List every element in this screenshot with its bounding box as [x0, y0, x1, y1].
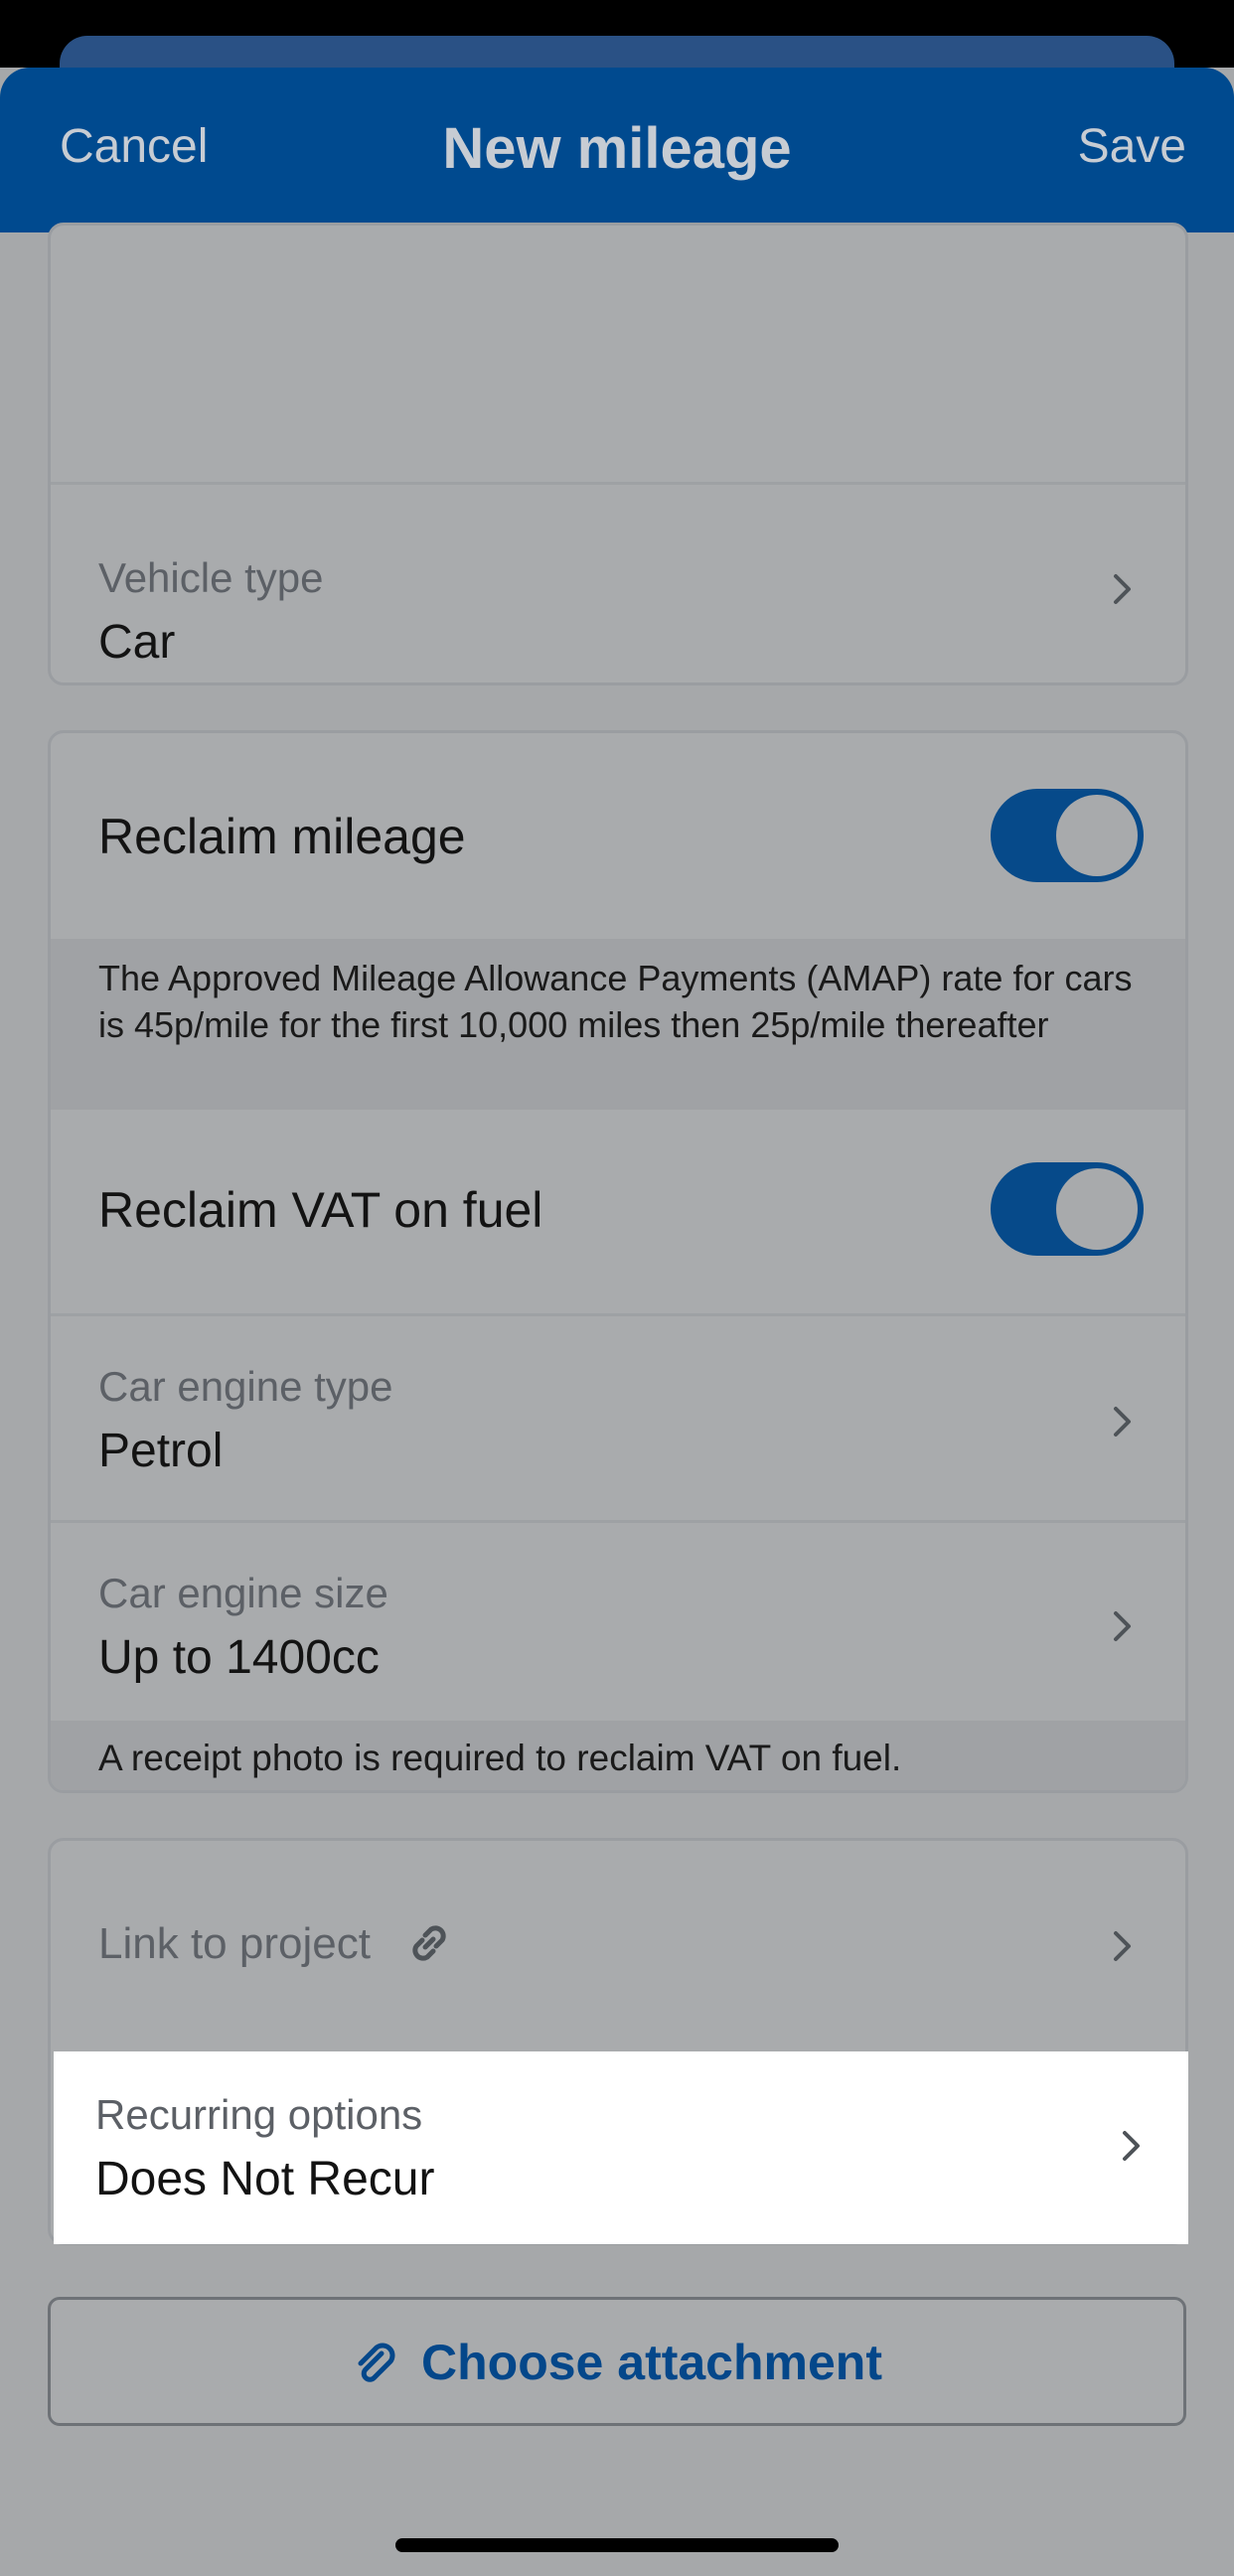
- reclaim-vat-label: Reclaim VAT on fuel: [98, 1182, 543, 1238]
- vehicle-type-value: Car: [98, 616, 176, 669]
- choose-attachment-button[interactable]: Choose attachment: [48, 2297, 1186, 2426]
- page-title: New mileage: [442, 116, 792, 181]
- amap-note-panel: The Approved Mileage Allowance Payments …: [51, 939, 1185, 1110]
- vehicle-type-label: Vehicle type: [98, 554, 324, 601]
- home-indicator: [395, 2538, 839, 2552]
- reclaim-mileage-toggle[interactable]: [991, 789, 1144, 882]
- recurring-options-value: Does Not Recur: [95, 2153, 435, 2205]
- toggle-knob: [1056, 795, 1138, 876]
- reclaim-vat-toggle[interactable]: [991, 1162, 1144, 1256]
- engine-type-label: Car engine type: [98, 1363, 393, 1410]
- chevron-right-icon: [1114, 574, 1131, 604]
- reclaim-mileage-label: Reclaim mileage: [98, 809, 466, 864]
- engine-size-label: Car engine size: [98, 1570, 388, 1616]
- engine-size-value: Up to 1400cc: [98, 1631, 380, 1684]
- amap-rate-note: The Approved Mileage Allowance Payments …: [98, 958, 1133, 1045]
- engine-type-row[interactable]: Car engine type Petrol: [51, 1316, 1185, 1520]
- navigation-bar: Cancel New mileage Save: [0, 68, 1234, 232]
- paperclip-icon: [358, 2343, 395, 2382]
- route-map-area: [51, 226, 1185, 482]
- recurring-options-row[interactable]: Recurring options Does Not Recur: [54, 2051, 1188, 2244]
- receipt-note-panel: A receipt photo is required to reclaim V…: [51, 1721, 1185, 1790]
- choose-attachment-content: Choose attachment: [51, 2334, 1183, 2391]
- chevron-right-icon: [1114, 1407, 1131, 1437]
- engine-size-row[interactable]: Car engine size Up to 1400cc: [51, 1523, 1185, 1721]
- chevron-right-icon: [1114, 1611, 1131, 1641]
- recurring-options-label: Recurring options: [95, 2091, 423, 2138]
- receipt-required-note: A receipt photo is required to reclaim V…: [98, 1738, 902, 1778]
- chevron-right-icon: [1123, 2131, 1140, 2161]
- engine-type-value: Petrol: [98, 1425, 224, 1477]
- choose-attachment-label: Choose attachment: [421, 2335, 882, 2390]
- reclaim-settings-card: Reclaim mileage The Approved Mileage All…: [48, 730, 1188, 1793]
- vehicle-type-row[interactable]: Vehicle type Car: [51, 485, 1185, 682]
- link-to-project-row[interactable]: Link to project: [51, 1841, 1185, 2051]
- reclaim-mileage-row: Reclaim mileage: [51, 733, 1185, 939]
- link-icon: [412, 1925, 446, 1961]
- toggle-knob: [1056, 1168, 1138, 1250]
- link-to-project-label: Link to project: [98, 1919, 371, 1968]
- reclaim-vat-row: Reclaim VAT on fuel: [51, 1110, 1185, 1313]
- save-button[interactable]: Save: [1078, 119, 1186, 174]
- chevron-right-icon: [1114, 1931, 1131, 1961]
- trip-details-card: Vehicle type Car: [48, 223, 1188, 685]
